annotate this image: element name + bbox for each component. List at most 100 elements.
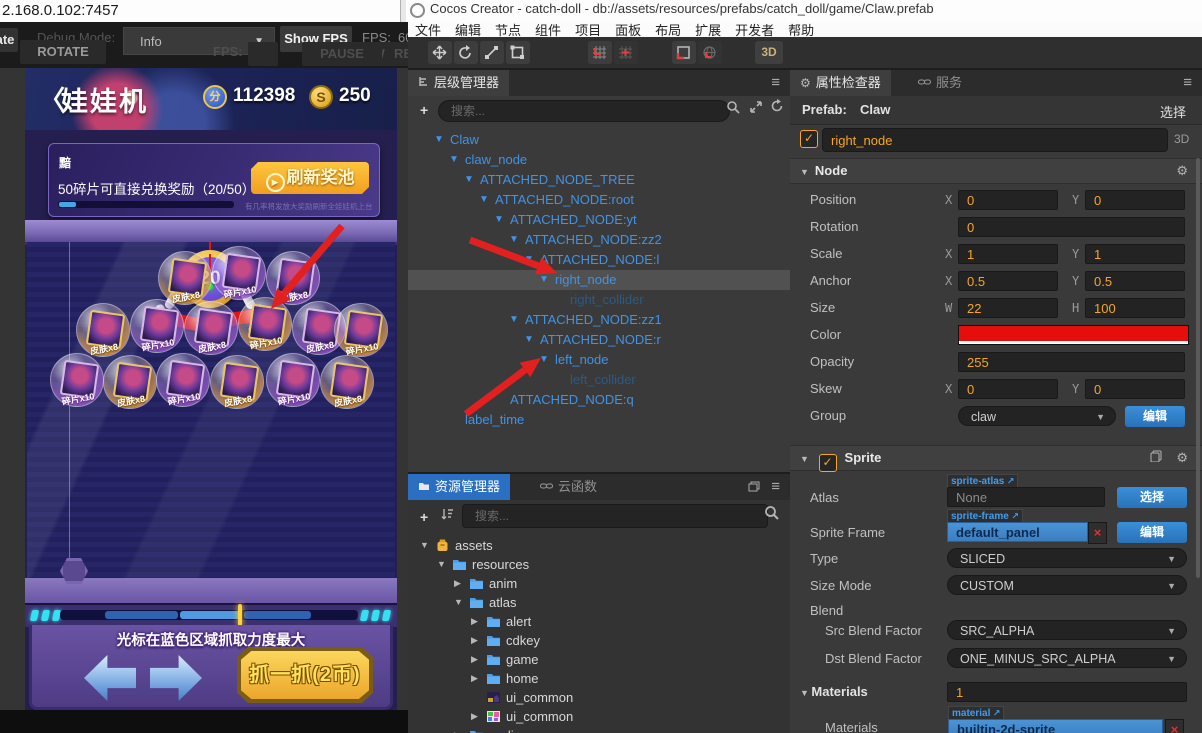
- position-x-field[interactable]: 0: [958, 190, 1058, 210]
- node-active-checkbox[interactable]: ✓: [800, 130, 818, 148]
- triangle-right-icon[interactable]: ▶: [471, 650, 478, 669]
- material-field[interactable]: builtin-2d-sprite: [948, 719, 1163, 733]
- search-icon[interactable]: [726, 100, 740, 117]
- pause-ghost-button[interactable]: PAUSE: [302, 42, 382, 66]
- asset-node-ui_common[interactable]: ui_common: [408, 688, 790, 707]
- tree-node-claw_node[interactable]: ▼ claw_node: [408, 150, 790, 170]
- asset-node-assets[interactable]: ▼ assets: [408, 536, 790, 555]
- clear-material-icon[interactable]: ×: [1165, 719, 1184, 733]
- menu-item-1[interactable]: 编辑: [455, 23, 481, 38]
- materials-count-field[interactable]: 1: [947, 682, 1187, 702]
- asset-node-home[interactable]: ▶ home: [408, 669, 790, 688]
- gear-icon[interactable]: ⚙: [1176, 446, 1188, 470]
- grab-button[interactable]: 抓一抓(2币): [237, 647, 373, 703]
- scale-tool-icon[interactable]: [480, 41, 504, 64]
- scrollbar-thumb[interactable]: [1196, 158, 1200, 578]
- triangle-down-icon[interactable]: ▼: [509, 230, 519, 250]
- sprite-frame-field[interactable]: default_panel: [947, 522, 1088, 542]
- menu-item-9[interactable]: 帮助: [788, 23, 814, 38]
- node-section-header[interactable]: ▼ Node ⚙: [790, 158, 1202, 184]
- triangle-down-icon[interactable]: ▼: [449, 150, 459, 170]
- rotate-button-fragment[interactable]: ate: [0, 28, 18, 52]
- hierarchy-search-input[interactable]: 搜索...: [438, 100, 730, 122]
- pivot-grid-icon[interactable]: [588, 41, 612, 64]
- menu-item-4[interactable]: 项目: [575, 23, 601, 38]
- group-edit-button[interactable]: 编辑: [1125, 406, 1185, 427]
- world-gizmo-icon[interactable]: [698, 41, 722, 64]
- scale-x-field[interactable]: 1: [958, 244, 1058, 264]
- external-link-icon[interactable]: ↗: [1004, 476, 1015, 486]
- skew-x-field[interactable]: 0: [958, 379, 1058, 399]
- reload-ghost-button[interactable]: RE: [386, 42, 408, 66]
- rect-gizmo-icon[interactable]: [672, 41, 696, 64]
- tree-node-right_collider[interactable]: right_collider: [408, 290, 790, 310]
- triangle-down-icon[interactable]: ▼: [479, 190, 489, 210]
- triangle-down-icon[interactable]: ▼: [524, 250, 534, 270]
- rotate-ghost-button[interactable]: ROTATE: [20, 40, 106, 64]
- refresh-icon[interactable]: [770, 99, 784, 116]
- tree-node-ATTACHED_NODE:q[interactable]: ATTACHED_NODE:q: [408, 390, 790, 410]
- skew-y-field[interactable]: 0: [1085, 379, 1185, 399]
- triangle-down-icon[interactable]: ▼: [494, 210, 504, 230]
- tree-node-ATTACHED_NODE:zz1[interactable]: ▼ ATTACHED_NODE:zz1: [408, 310, 790, 330]
- tab-assets[interactable]: 资源管理器: [408, 474, 511, 500]
- tree-node-ATTACHED_NODE:l[interactable]: ▼ ATTACHED_NODE:l: [408, 250, 790, 270]
- rect-tool-icon[interactable]: [506, 41, 530, 64]
- triangle-right-icon[interactable]: ▶: [471, 612, 478, 631]
- external-link-icon[interactable]: ↗: [990, 708, 1001, 718]
- tree-node-ATTACHED_NODE_TREE[interactable]: ▼ ATTACHED_NODE_TREE: [408, 170, 790, 190]
- move-right-button[interactable]: [150, 655, 202, 701]
- triangle-down-icon[interactable]: ▼: [509, 310, 519, 330]
- tree-node-ATTACHED_NODE:yt[interactable]: ▼ ATTACHED_NODE:yt: [408, 210, 790, 230]
- triangle-down-icon[interactable]: ▼: [539, 350, 549, 370]
- triangle-right-icon[interactable]: ▶: [471, 631, 478, 650]
- triangle-right-icon[interactable]: ▶: [454, 726, 461, 733]
- tree-node-label_time[interactable]: label_time: [408, 410, 790, 430]
- tree-node-ATTACHED_NODE:root[interactable]: ▼ ATTACHED_NODE:root: [408, 190, 790, 210]
- ghost-button[interactable]: [248, 42, 278, 66]
- add-asset-icon[interactable]: +: [420, 509, 428, 525]
- triangle-down-icon[interactable]: ▼: [539, 270, 549, 290]
- menu-icon[interactable]: ≡: [771, 74, 780, 91]
- tree-node-left_node[interactable]: ▼ left_node: [408, 350, 790, 370]
- asset-node-atlas[interactable]: ▼ atlas: [408, 593, 790, 612]
- tab-cloud-functions[interactable]: 云函数: [530, 474, 607, 500]
- sprite-enabled-checkbox[interactable]: ✓: [818, 454, 837, 472]
- triangle-right-icon[interactable]: ▶: [471, 707, 478, 726]
- color-swatch[interactable]: [958, 325, 1189, 345]
- popout-icon[interactable]: [748, 479, 760, 496]
- sort-icon[interactable]: [440, 507, 454, 524]
- menu-icon[interactable]: ≡: [1183, 74, 1192, 91]
- external-link-icon[interactable]: ↗: [1009, 511, 1019, 521]
- tree-node-ATTACHED_NODE:zz2[interactable]: ▼ ATTACHED_NODE:zz2: [408, 230, 790, 250]
- menu-icon[interactable]: ≡: [771, 478, 780, 495]
- size-h-field[interactable]: 100: [1085, 298, 1185, 318]
- menu-item-7[interactable]: 扩展: [695, 23, 721, 38]
- node-name-field[interactable]: right_node: [822, 128, 1168, 152]
- triangle-down-icon[interactable]: ▼: [434, 130, 444, 150]
- tab-services[interactable]: 服务: [908, 70, 972, 96]
- opacity-field[interactable]: 255: [958, 352, 1185, 372]
- rotation-field[interactable]: 0: [958, 217, 1185, 237]
- menu-item-6[interactable]: 布局: [655, 23, 681, 38]
- refresh-pool-button[interactable]: ▶ 刷新奖池: [251, 162, 369, 194]
- triangle-right-icon[interactable]: ▶: [471, 669, 478, 688]
- atlas-select-button[interactable]: 选择: [1117, 487, 1187, 508]
- asset-node-ui_common[interactable]: ▶ ui_common: [408, 707, 790, 726]
- gear-icon[interactable]: ⚙: [1176, 159, 1188, 183]
- asset-node-alert[interactable]: ▶ alert: [408, 612, 790, 631]
- clear-frame-icon[interactable]: ×: [1088, 522, 1107, 544]
- anchor-y-field[interactable]: 0.5: [1085, 271, 1185, 291]
- anchor-x-field[interactable]: 0.5: [958, 271, 1058, 291]
- tree-node-left_collider[interactable]: left_collider: [408, 370, 790, 390]
- tree-node-right_node[interactable]: ▼ right_node: [408, 270, 790, 290]
- menu-item-0[interactable]: 文件: [415, 23, 441, 38]
- tree-node-ATTACHED_NODE:r[interactable]: ▼ ATTACHED_NODE:r: [408, 330, 790, 350]
- asset-node-audio[interactable]: ▶ audio: [408, 726, 790, 733]
- move-left-button[interactable]: [84, 655, 136, 701]
- triangle-down-icon[interactable]: ▼: [420, 536, 429, 555]
- triangle-down-icon[interactable]: ▼: [454, 593, 463, 612]
- asset-node-resources[interactable]: ▼ resources: [408, 555, 790, 574]
- prefab-select-button[interactable]: 选择: [1160, 102, 1186, 121]
- tree-node-Claw[interactable]: ▼ Claw: [408, 130, 790, 150]
